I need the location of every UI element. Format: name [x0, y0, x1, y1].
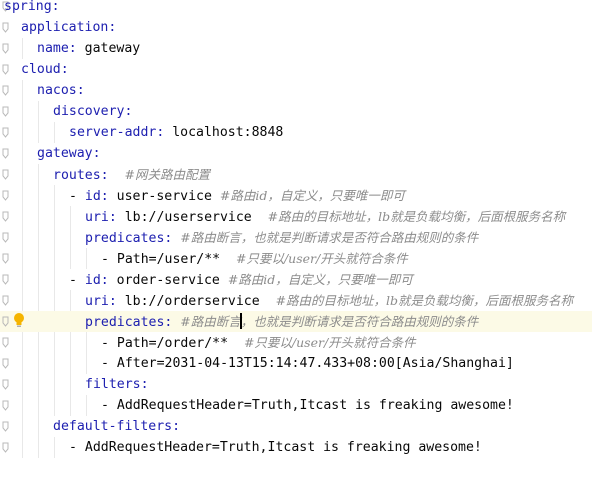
fold-marker-icon[interactable] [2, 85, 9, 96]
yaml-value: After=2031-04-13T15:14:47.433+08:00[Asia… [116, 356, 514, 371]
code-line[interactable]: - id: user-service #路由id，自定义，只要唯一即可 [0, 185, 592, 206]
fold-marker-icon[interactable] [2, 358, 9, 369]
list-dash: - [69, 189, 85, 204]
code-line[interactable]: - AddRequestHeader=Truth,Itcast is freak… [0, 395, 592, 416]
code-line[interactable]: spring: [0, 0, 592, 17]
list-dash: - [101, 398, 117, 413]
yaml-value: lb://userservice [116, 210, 268, 225]
code-line[interactable]: predicates: #路由断言，也就是判断请求是否符合路由规则的条件 [0, 311, 592, 332]
list-dash: - [101, 252, 117, 267]
fold-marker-icon[interactable] [2, 421, 9, 432]
list-dash: - [101, 356, 117, 371]
yaml-comment: #路由的目标地址，lb就是负载均衡，后面根服务名称 [267, 209, 566, 224]
yaml-comment: #网关路由配置 [124, 167, 210, 182]
code-line[interactable]: routes: #网关路由配置 [0, 164, 592, 185]
yaml-comment: #路由的目标地址，lb就是负载均衡，后面根服务名称 [275, 293, 574, 308]
yaml-key: application: [21, 20, 117, 35]
yaml-key: predicates: [85, 231, 173, 246]
fold-marker-icon[interactable] [2, 442, 9, 453]
yaml-key: name: [37, 41, 77, 56]
yaml-key: discovery: [53, 104, 133, 119]
yaml-key: routes: [53, 168, 109, 183]
code-line[interactable]: default-filters: [0, 416, 592, 437]
code-line[interactable]: discovery: [0, 101, 592, 122]
yaml-key: gateway: [37, 146, 101, 161]
yaml-value: order-service [108, 273, 228, 288]
code-line[interactable]: server-addr: localhost:8848 [0, 122, 592, 143]
fold-marker-icon[interactable] [2, 295, 9, 306]
code-line[interactable]: predicates: #路由断言，也就是判断请求是否符合路由规则的条件 [0, 227, 592, 248]
yaml-value: lb://orderservice [116, 294, 276, 309]
fold-marker-icon[interactable] [2, 400, 9, 411]
code-line[interactable]: - Path=/order/** #只要以/user/开头就符合条件 [0, 332, 592, 353]
fold-marker-icon[interactable] [2, 127, 9, 138]
yaml-comment: #路由断言，也就是判断请求是否符合路由规则的条件 [180, 230, 479, 245]
yaml-value: AddRequestHeader=Truth,Itcast is freakin… [116, 398, 514, 413]
fold-marker-icon[interactable] [2, 169, 9, 180]
list-dash: - [101, 336, 117, 351]
fold-marker-icon[interactable] [2, 64, 9, 75]
code-line[interactable]: uri: lb://userservice #路由的目标地址，lb就是负载均衡，… [0, 206, 592, 227]
yaml-value: Path=/order/** [116, 336, 244, 351]
text-caret [240, 313, 242, 329]
yaml-key: cloud: [21, 62, 69, 77]
list-dash: - [69, 440, 85, 455]
yaml-key: uri: [85, 210, 117, 225]
fold-marker-icon[interactable] [2, 274, 9, 285]
fold-marker-icon[interactable] [2, 190, 9, 201]
fold-marker-icon[interactable] [2, 232, 9, 243]
fold-marker-icon[interactable] [2, 211, 9, 222]
yaml-key: filters: [85, 377, 149, 392]
code-editor[interactable]: spring: application: name: gateway cloud: na… [0, 0, 592, 477]
code-line[interactable]: name: gateway [0, 38, 592, 59]
fold-marker-icon[interactable] [2, 43, 9, 54]
fold-marker-icon[interactable] [2, 106, 9, 117]
fold-marker-icon[interactable] [2, 22, 9, 33]
yaml-value: gateway [76, 41, 141, 56]
list-dash: - [69, 273, 85, 288]
yaml-value: localhost:8848 [164, 125, 284, 140]
fold-marker-icon[interactable] [2, 316, 9, 327]
yaml-comment: #只要以/user/开头就符合条件 [243, 335, 416, 350]
yaml-key: nacos: [37, 83, 85, 98]
fold-marker-icon[interactable] [2, 337, 9, 348]
yaml-key: default-filters: [53, 419, 181, 434]
code-line[interactable]: gateway: [0, 143, 592, 164]
yaml-key: predicates: [85, 315, 173, 330]
yaml-comment: #只要以/user/开头就符合条件 [235, 251, 408, 266]
code-line[interactable]: - After=2031-04-13T15:14:47.433+08:00[As… [0, 353, 592, 374]
fold-marker-icon[interactable] [2, 379, 9, 390]
yaml-value [109, 168, 125, 183]
code-line[interactable]: uri: lb://orderservice #路由的目标地址，lb就是负载均衡… [0, 290, 592, 311]
code-line[interactable]: - id: order-service #路由id，自定义，只要唯一即可 [0, 269, 592, 290]
fold-marker-icon[interactable] [2, 253, 9, 264]
yaml-key: id: [84, 189, 109, 204]
code-line[interactable]: application: [0, 17, 592, 38]
yaml-key: spring: [4, 0, 60, 14]
yaml-comment: #路由id，自定义，只要唯一即可 [219, 188, 405, 203]
code-line[interactable]: cloud: [0, 59, 592, 80]
lightbulb-icon[interactable] [12, 312, 26, 328]
yaml-key: uri: [85, 294, 117, 309]
yaml-comment: #路由断言，也就是判断请求是否符合路由规则的条件 [180, 313, 479, 329]
code-line[interactable]: nacos: [0, 80, 592, 101]
yaml-key: server-addr: [69, 125, 165, 140]
code-line[interactable]: - Path=/user/** #只要以/user/开头就符合条件 [0, 248, 592, 269]
fold-marker-icon[interactable] [2, 148, 9, 159]
yaml-key: id: [84, 273, 109, 288]
code-line[interactable]: - AddRequestHeader=Truth,Itcast is freak… [0, 437, 592, 458]
yaml-value: AddRequestHeader=Truth,Itcast is freakin… [84, 440, 482, 455]
yaml-comment: #路由id，自定义，只要唯一即可 [227, 272, 413, 287]
code-line[interactable]: filters: [0, 374, 592, 395]
yaml-value: Path=/user/** [116, 252, 236, 267]
yaml-value: user-service [108, 189, 220, 204]
